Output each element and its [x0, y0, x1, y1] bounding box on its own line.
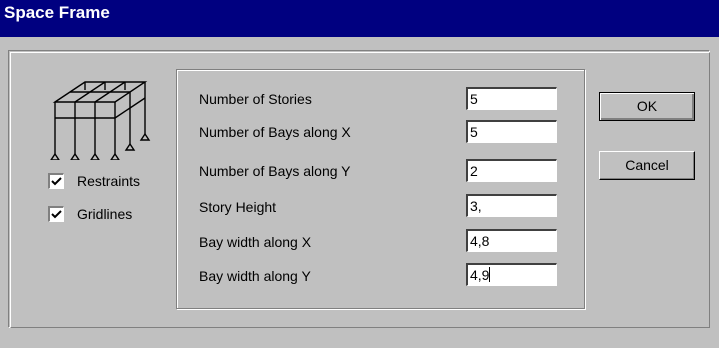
story-height-label: Story Height: [199, 199, 277, 215]
bays-y-label: Number of Bays along Y: [199, 163, 351, 179]
gridlines-label: Gridlines: [77, 206, 133, 222]
space-frame-icon: [50, 81, 151, 160]
gridlines-option[interactable]: Gridlines: [48, 204, 132, 224]
bay-width-y-input[interactable]: 4,9: [466, 263, 557, 286]
cancel-button[interactable]: Cancel: [599, 151, 695, 180]
restraints-option[interactable]: Restraints: [48, 171, 140, 191]
stories-label: Number of Stories: [199, 91, 312, 107]
title-bar: Space Frame: [0, 0, 719, 37]
window-title: Space Frame: [4, 3, 110, 22]
bay-width-y-value: 4,9: [470, 267, 490, 283]
bay-width-y-label: Bay width along Y: [199, 268, 311, 284]
gridlines-checkbox[interactable]: [48, 206, 64, 222]
bays-y-input[interactable]: 2: [466, 159, 557, 182]
stories-input[interactable]: 5: [466, 87, 557, 110]
restraints-checkbox[interactable]: [48, 173, 64, 189]
bays-x-input[interactable]: 5: [466, 120, 557, 143]
story-height-input[interactable]: 3,: [466, 194, 557, 217]
restraints-label: Restraints: [77, 173, 141, 189]
space-frame-dialog: Space Frame Restraints Gridlines Number …: [0, 0, 719, 348]
checkmark-icon: [51, 210, 62, 219]
text-caret: [489, 267, 491, 282]
bay-width-x-input[interactable]: 4,8: [466, 229, 557, 252]
checkmark-icon: [51, 177, 62, 186]
ok-button[interactable]: OK: [599, 92, 695, 121]
bay-width-x-label: Bay width along X: [199, 234, 312, 250]
bays-x-label: Number of Bays along X: [199, 124, 351, 140]
